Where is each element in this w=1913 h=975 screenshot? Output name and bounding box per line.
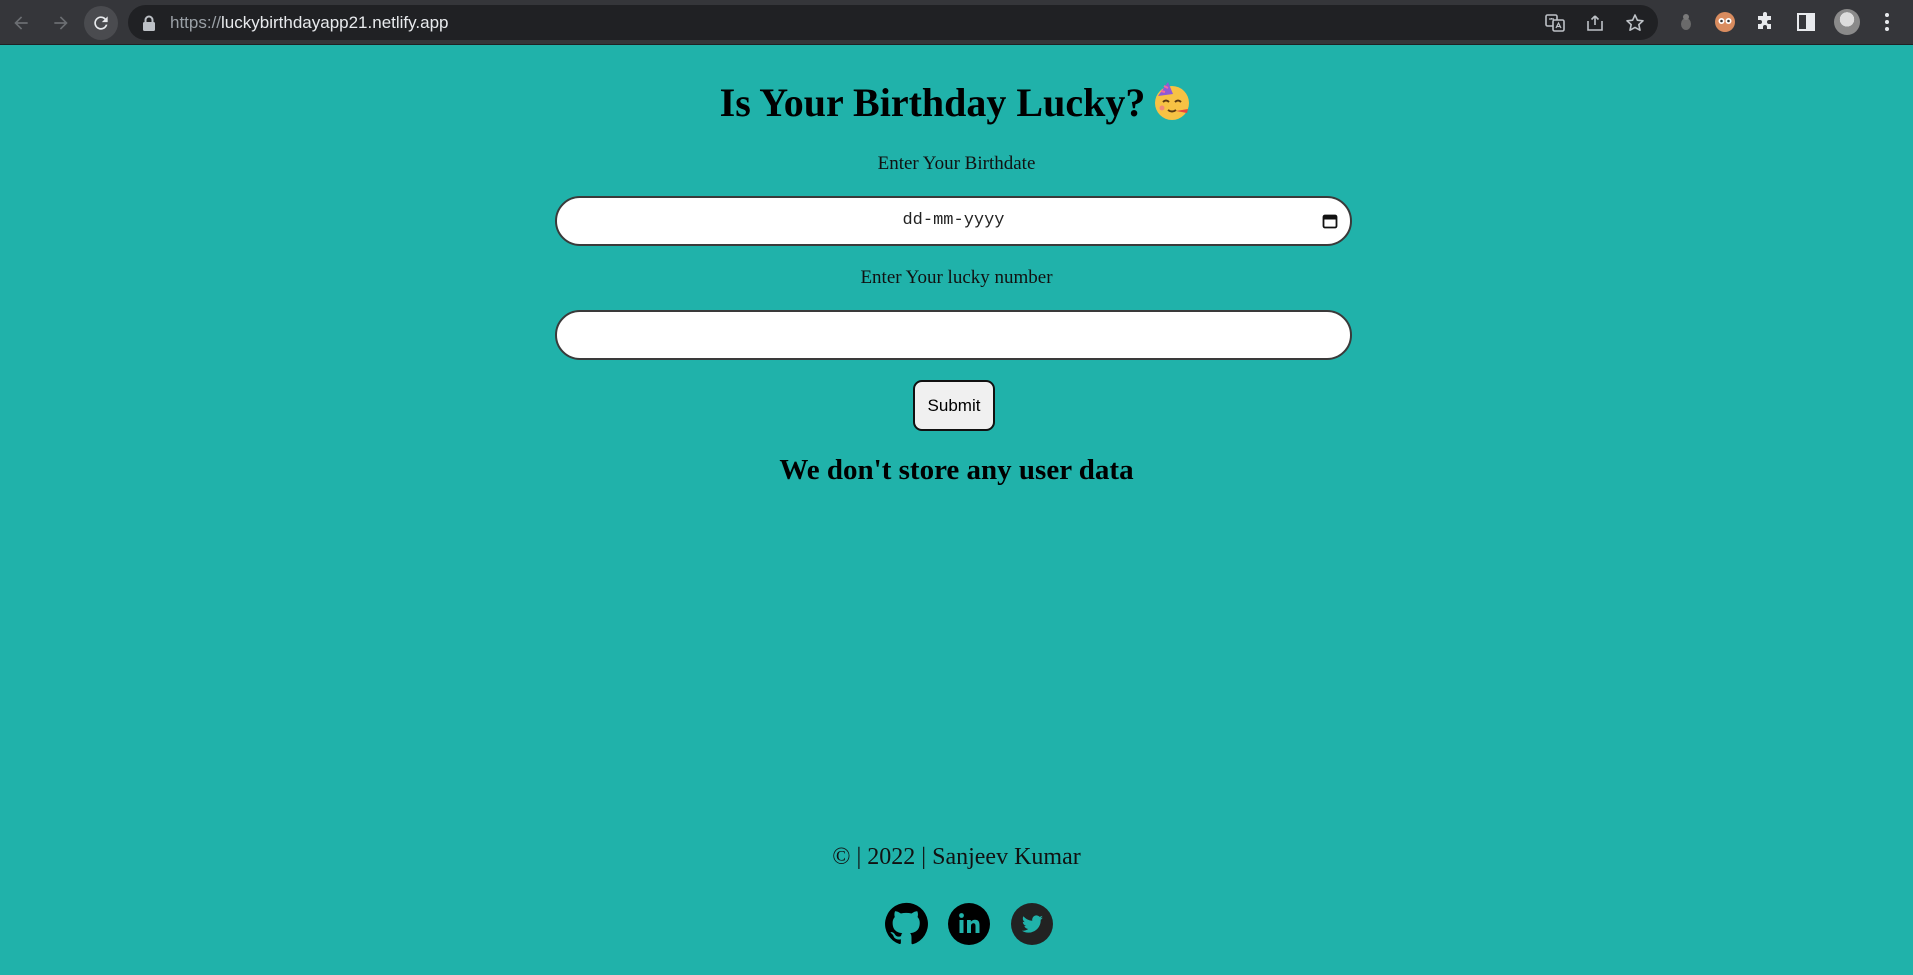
address-bar[interactable]: https://luckybirthdayapp21.netlify.app: [128, 5, 1658, 40]
submit-button[interactable]: Submit: [913, 380, 995, 431]
back-button[interactable]: [4, 6, 38, 40]
twitter-icon: [1011, 903, 1053, 945]
page-title: Is Your Birthday Lucky?: [0, 79, 1913, 126]
url-scheme: https://: [170, 13, 222, 32]
url-host: luckybirthdayapp21.netlify.app: [221, 13, 449, 32]
lucky-number-label: Enter Your lucky number: [860, 267, 1053, 288]
birthdate-placeholder: dd-mm-yyyy: [902, 211, 1005, 230]
footer-text: © | 2022 | Sanjeev Kumar: [832, 844, 1081, 870]
birthdate-input[interactable]: dd-mm-yyyy: [555, 196, 1352, 246]
back-icon: [14, 16, 28, 30]
birthdate-label: Enter Your Birthdate: [877, 153, 1036, 174]
reload-icon: [94, 16, 108, 30]
forward-icon: [54, 16, 68, 30]
url-text: https://luckybirthdayapp21.netlify.app: [170, 13, 448, 33]
github-icon: [885, 902, 928, 945]
lucky-number-input[interactable]: [555, 310, 1352, 360]
profile-avatar[interactable]: [1834, 9, 1860, 35]
browser-toolbar: https://luckybirthdayapp21.netlify.app: [0, 0, 1913, 45]
page-content: Is Your Birthday Lucky? Enter Your Birth…: [0, 45, 1913, 975]
share-icon[interactable]: [1585, 13, 1605, 33]
forward-button[interactable]: [44, 6, 78, 40]
extension-icon[interactable]: [1675, 11, 1697, 33]
linkedin-icon: [948, 903, 990, 945]
privacy-notice: We don't store any user data: [779, 454, 1134, 486]
puzzle-icon[interactable]: [1755, 11, 1777, 33]
github-link[interactable]: [884, 902, 928, 946]
reload-button[interactable]: [84, 6, 118, 40]
side-panel-icon[interactable]: [1795, 11, 1817, 33]
submit-button-label: Submit: [927, 395, 981, 415]
twitter-link[interactable]: [1010, 902, 1054, 946]
linkedin-link[interactable]: [947, 902, 991, 946]
extension-icon[interactable]: [1714, 11, 1736, 33]
calendar-icon[interactable]: [1322, 213, 1338, 229]
menu-icon[interactable]: [1876, 11, 1898, 33]
partying-face-icon: [1155, 82, 1190, 120]
translate-icon[interactable]: [1545, 13, 1565, 33]
lock-icon: [143, 15, 155, 31]
bookmark-star-icon[interactable]: [1625, 13, 1645, 33]
page-title-text: Is Your Birthday Lucky?: [719, 80, 1146, 125]
